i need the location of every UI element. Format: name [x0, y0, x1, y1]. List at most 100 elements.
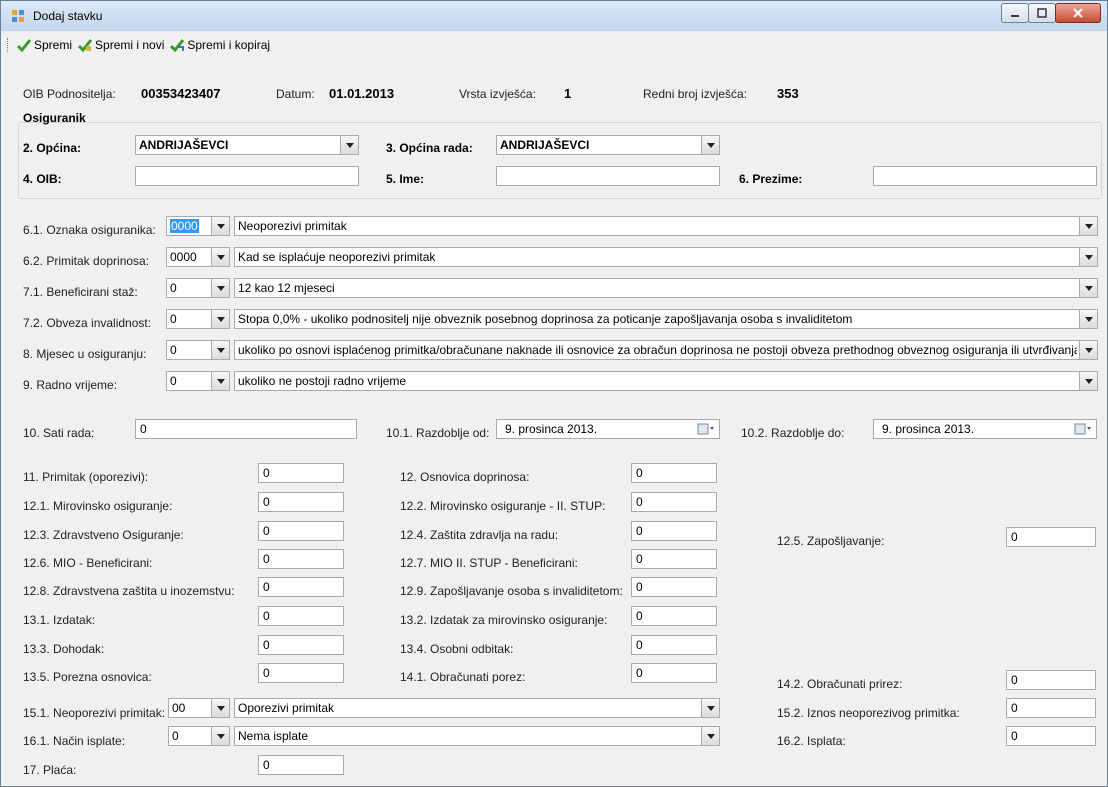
checkmark-icon	[17, 39, 31, 52]
dropdown-arrow-icon[interactable]	[1079, 310, 1097, 328]
dropdown-arrow-icon[interactable]	[1079, 372, 1097, 390]
maximize-button[interactable]	[1028, 3, 1056, 23]
amount-label: 12.6. MIO - Beneficirani:	[23, 556, 153, 570]
nacin-code-combo[interactable]: 0	[168, 726, 230, 746]
dropdown-arrow-icon[interactable]	[211, 310, 229, 328]
nacin-desc-combo[interactable]: Nema isplate	[234, 726, 720, 746]
dropdown-arrow-icon[interactable]	[211, 279, 229, 297]
isplata-input[interactable]: 0	[1006, 726, 1096, 746]
dropdown-arrow-icon[interactable]	[340, 136, 358, 154]
code-row-desc-combo[interactable]: ukoliko po osnovi isplaćenog primitka/ob…	[234, 340, 1098, 360]
amount-input[interactable]: 0	[631, 549, 717, 569]
code-row-desc-combo[interactable]: Neoporezivi primitak	[234, 216, 1098, 236]
placa-input[interactable]: 0	[258, 755, 344, 775]
close-button[interactable]	[1055, 3, 1101, 23]
amount-input[interactable]: 0	[631, 492, 717, 512]
minimize-button[interactable]	[1001, 3, 1029, 23]
code-row-label: 9. Radno vrijeme:	[23, 378, 118, 392]
prirez-input[interactable]: 0	[1006, 670, 1096, 690]
vrsta-value: 1	[564, 86, 572, 101]
amount-input[interactable]: 0	[631, 463, 717, 483]
osiguranik-group	[18, 122, 1102, 199]
code-row-code-combo[interactable]: 0	[166, 278, 230, 298]
amount-input[interactable]: 0	[258, 663, 344, 683]
oib-input[interactable]	[135, 166, 359, 186]
amount-input[interactable]: 0	[258, 549, 344, 569]
dropdown-arrow-icon[interactable]	[211, 699, 229, 717]
calendar-icon[interactable]	[1074, 423, 1092, 435]
neoporezivi-desc-combo[interactable]: Oporezivi primitak	[234, 698, 720, 718]
dropdown-arrow-icon[interactable]	[1079, 279, 1097, 297]
dropdown-arrow-icon[interactable]	[701, 699, 719, 717]
code-row-desc-combo[interactable]: ukoliko ne postoji radno vrijeme	[234, 371, 1098, 391]
iznos-neoporezivog-label: 15.2. Iznos neoporezivog primitka:	[777, 706, 960, 720]
dropdown-arrow-icon[interactable]	[211, 248, 229, 266]
amount-input[interactable]: 0	[631, 521, 717, 541]
amount-label: 12.2. Mirovinsko osiguranje - II. STUP:	[400, 499, 606, 513]
amount-input[interactable]: 0	[258, 606, 344, 626]
dropdown-arrow-icon[interactable]	[211, 372, 229, 390]
code-row-code-combo[interactable]: 0000	[166, 216, 230, 236]
amount-input[interactable]: 0	[631, 606, 717, 626]
code-row-code-combo[interactable]: 0	[166, 371, 230, 391]
minimize-icon	[1011, 15, 1019, 17]
amount-input[interactable]: 0	[631, 635, 717, 655]
save-copy-icon	[170, 39, 185, 52]
code-row-code-combo[interactable]: 0	[166, 309, 230, 329]
dialog-window: Dodaj stavku Spremi Spremi i novi Spremi…	[0, 0, 1108, 787]
sati-rada-label: 10. Sati rada:	[23, 426, 95, 440]
ime-label: 5. Ime:	[386, 172, 425, 186]
dropdown-arrow-icon[interactable]	[701, 136, 719, 154]
redni-broj-label: Redni broj izvješća:	[643, 87, 748, 101]
dropdown-arrow-icon[interactable]	[211, 341, 229, 359]
amount-input[interactable]: 0	[631, 577, 717, 597]
opcina-rada-combo[interactable]: ANDRIJAŠEVCI	[496, 135, 720, 155]
neoporezivi-code-combo[interactable]: 00	[168, 698, 230, 718]
amount-label: 13.4. Osobni odbitak:	[400, 642, 514, 656]
redni-broj-value: 353	[777, 86, 799, 101]
amount-input[interactable]: 0	[258, 521, 344, 541]
amount-input[interactable]: 0	[631, 663, 717, 683]
amount-input[interactable]: 0	[258, 463, 344, 483]
osiguranik-title: Osiguranik	[23, 111, 86, 125]
iznos-neoporezivog-input[interactable]: 0	[1006, 698, 1096, 718]
code-row-desc-combo[interactable]: Kad se isplaćuje neoporezivi primitak	[234, 247, 1098, 267]
razdoblje-od-datepicker[interactable]: 9. prosinca 2013.	[496, 419, 720, 439]
code-row-desc-combo[interactable]: 12 kao 12 mjeseci	[234, 278, 1098, 298]
dropdown-arrow-icon[interactable]	[701, 727, 719, 745]
dropdown-arrow-icon[interactable]	[211, 727, 229, 745]
amount-label: 12.7. MIO II. STUP - Beneficirani:	[400, 556, 578, 570]
amount-label: 13.1. Izdatak:	[23, 613, 96, 627]
amount-input[interactable]: 0	[258, 635, 344, 655]
opcina-combo[interactable]: ANDRIJAŠEVCI	[135, 135, 359, 155]
amount-input[interactable]: 0	[258, 492, 344, 512]
code-row-code-combo[interactable]: 0	[166, 340, 230, 360]
code-row-label: 8. Mjesec u osiguranju:	[23, 347, 147, 361]
dropdown-arrow-icon[interactable]	[1079, 248, 1097, 266]
save-button[interactable]: Spremi	[17, 38, 72, 52]
placa-label: 17. Plaća:	[23, 763, 77, 777]
save-new-button[interactable]: Spremi i novi	[78, 38, 164, 52]
amount-label: 12.3. Zdravstveno Osiguranje:	[23, 528, 184, 542]
app-icon	[12, 10, 24, 22]
dropdown-arrow-icon[interactable]	[1079, 341, 1097, 359]
code-row-label: 6.1. Oznaka osiguranika:	[23, 223, 156, 237]
razdoblje-do-datepicker[interactable]: 9. prosinca 2013.	[873, 419, 1097, 439]
amount-label: 13.5. Porezna osnovica:	[23, 670, 152, 684]
dropdown-arrow-icon[interactable]	[211, 217, 229, 235]
dropdown-arrow-icon[interactable]	[1079, 217, 1097, 235]
save-copy-button[interactable]: Spremi i kopiraj	[170, 38, 270, 52]
code-row-desc-combo[interactable]: Stopa 0,0% - ukoliko podnositelj nije ob…	[234, 309, 1098, 329]
amount-label: 12.4. Zaštita zdravlja na radu:	[400, 528, 559, 542]
code-row-code-combo[interactable]: 0000	[166, 247, 230, 267]
sati-rada-input[interactable]: 0	[135, 419, 357, 439]
prezime-label: 6. Prezime:	[739, 172, 803, 186]
calendar-icon[interactable]	[697, 423, 715, 435]
prezime-input[interactable]	[873, 166, 1097, 186]
zaposljavanje-input[interactable]: 0	[1006, 527, 1096, 547]
oib-podnositelja-label: OIB Podnositelja:	[23, 87, 116, 101]
save-new-icon	[78, 39, 93, 52]
amount-input[interactable]: 0	[258, 577, 344, 597]
ime-input[interactable]	[496, 166, 720, 186]
zaposljavanje-label: 12.5. Zapošljavanje:	[777, 534, 885, 548]
